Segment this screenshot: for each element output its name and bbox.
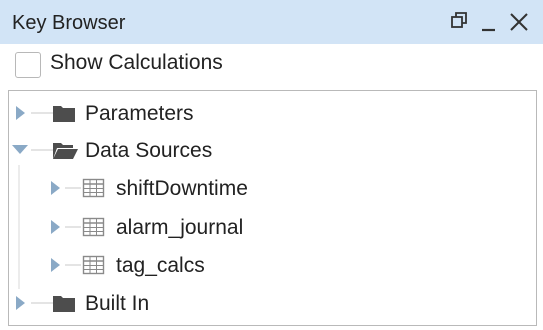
- tree-node-label: shiftDowntime: [116, 177, 248, 200]
- minimize-icon: [482, 28, 495, 32]
- table-icon: [82, 217, 105, 237]
- key-browser-panel: Key Browser Show Calculations Parameters…: [0, 0, 543, 330]
- tree-node-label: alarm_journal: [116, 216, 244, 239]
- tree-node-label: Parameters: [85, 102, 194, 125]
- tree-node-label: Built In: [85, 292, 150, 315]
- tree-node-parameters[interactable]: Parameters: [9, 95, 536, 131]
- tree-node-label: tag_calcs: [116, 254, 205, 277]
- table-icon: [82, 178, 105, 198]
- tree-node-label: Data Sources: [85, 139, 213, 162]
- close-button[interactable]: [505, 6, 537, 38]
- show-calculations-label[interactable]: Show Calculations: [50, 51, 223, 75]
- title-bar[interactable]: Key Browser: [0, 0, 543, 44]
- tree-node-alarm-journal[interactable]: alarm_journal: [9, 209, 536, 245]
- restore-icon: [451, 12, 467, 28]
- show-calculations-checkbox[interactable]: [15, 52, 41, 78]
- folder-open-icon: [53, 143, 78, 159]
- minimize-button[interactable]: [473, 6, 505, 38]
- tree-node-shiftdowntime[interactable]: shiftDowntime: [9, 170, 536, 206]
- window-title: Key Browser: [12, 12, 126, 34]
- key-tree[interactable]: Parameters Data Sources shiftDowntime al…: [8, 90, 537, 326]
- tree-node-built-in[interactable]: Built In: [9, 285, 536, 321]
- tree-node-tag-calcs[interactable]: tag_calcs: [9, 247, 536, 283]
- folder-closed-icon: [53, 106, 75, 122]
- table-icon: [82, 255, 105, 275]
- restore-button[interactable]: [443, 6, 475, 38]
- close-icon: [510, 13, 528, 31]
- folder-closed-icon: [53, 296, 75, 312]
- tree-node-data-sources[interactable]: Data Sources: [9, 132, 536, 168]
